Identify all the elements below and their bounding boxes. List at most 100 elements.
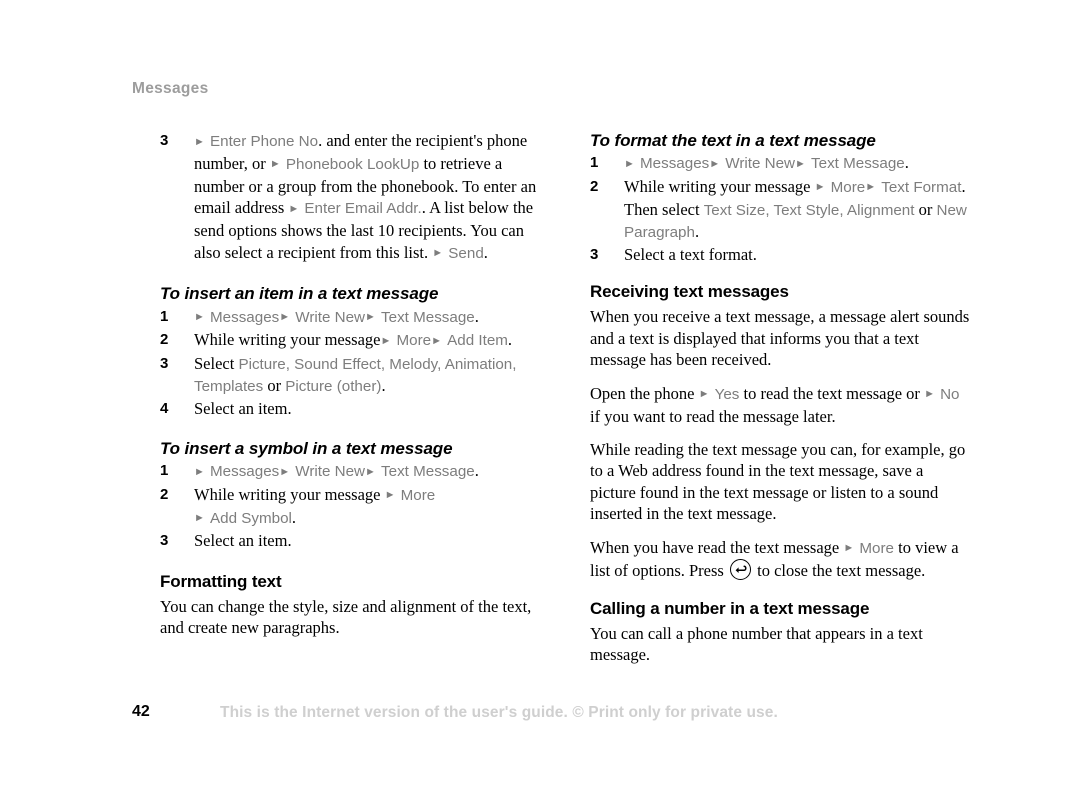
menu-arrow-icon: ► xyxy=(709,157,721,170)
continued-step-list: 3 ► Enter Phone No. and enter the recipi… xyxy=(160,130,540,264)
list-item: 1 ► Messages► Write New► Text Message. xyxy=(160,306,540,329)
heading-formatting-text: Formatting text xyxy=(160,571,282,591)
menu-arrow-icon: ► xyxy=(698,388,710,401)
footer-disclaimer: This is the Internet version of the user… xyxy=(220,704,778,721)
menu-arrow-icon: ► xyxy=(924,388,935,401)
ui-command-label: Text Message xyxy=(811,155,905,173)
ui-command-label: Phonebook LookUp xyxy=(285,155,420,173)
list-item: 4 Select an item. xyxy=(160,398,540,419)
page-footer: 42 This is the Internet version of the u… xyxy=(0,703,1080,733)
step-number: 1 xyxy=(590,154,599,172)
ui-command-label: Text Message xyxy=(381,463,475,481)
format-text-step-list: 1 ► Messages► Write New► Text Message. 2… xyxy=(590,152,970,265)
menu-arrow-icon: ► xyxy=(843,542,855,555)
step-text: ► Messages► Write New► Text Message. xyxy=(194,306,479,326)
list-item: 3 Select an item. xyxy=(160,530,540,551)
step-number: 2 xyxy=(160,485,169,503)
insert-symbol-step-list: 1 ► Messages► Write New► Text Message. 2… xyxy=(160,460,540,551)
list-item: 1 ► Messages► Write New► Text Message. xyxy=(590,152,970,175)
menu-arrow-icon: ► xyxy=(288,202,300,215)
step-number: 1 xyxy=(160,462,169,480)
menu-arrow-icon: ► xyxy=(380,334,392,347)
ui-command-label: More xyxy=(396,332,432,350)
ui-command-label: Send xyxy=(448,244,484,262)
menu-arrow-icon: ► xyxy=(624,157,635,170)
ui-command-label: Text Size, Text Style, Alignment xyxy=(703,201,915,219)
menu-arrow-icon: ► xyxy=(431,334,443,347)
step-text: While writing your message ► More► Text … xyxy=(624,176,967,241)
heading-receiving-text-messages: Receiving text messages xyxy=(590,282,789,302)
insert-item-step-list: 1 ► Messages► Write New► Text Message. 2… xyxy=(160,306,540,420)
menu-arrow-icon: ► xyxy=(194,135,205,148)
ui-command-label: More xyxy=(830,178,866,196)
paragraph-formatting-text: You can change the style, size and align… xyxy=(160,596,532,638)
heading-calling-number: Calling a number in a text message xyxy=(590,598,870,618)
right-column: To format the text in a text message 1 ►… xyxy=(590,130,970,666)
list-item: 1 ► Messages► Write New► Text Message. xyxy=(160,460,540,483)
ui-command-label: No xyxy=(940,385,960,403)
list-item: 2 While writing your message► More► Add … xyxy=(160,329,540,352)
paragraph-calling: You can call a phone number that appears… xyxy=(590,623,923,665)
menu-arrow-icon: ► xyxy=(194,512,205,525)
ui-command-label: Text Message xyxy=(381,308,475,326)
step-number: 3 xyxy=(160,354,169,372)
ui-command-label: Write New xyxy=(725,155,796,173)
heading-format-text: To format the text in a text message xyxy=(590,131,876,150)
menu-arrow-icon: ► xyxy=(795,157,806,170)
ui-command-label: Text Format xyxy=(881,178,962,196)
menu-arrow-icon: ► xyxy=(279,311,291,324)
step-text: Select a text format. xyxy=(624,244,757,264)
ui-command-label: Picture (other) xyxy=(285,377,382,395)
back-key-icon xyxy=(729,559,751,581)
heading-insert-item: To insert an item in a text message xyxy=(160,284,439,304)
ui-command-label: Enter Email Addr. xyxy=(304,200,422,218)
menu-arrow-icon: ► xyxy=(865,181,877,194)
ui-command-label: Yes xyxy=(714,385,740,403)
paragraph-receiving-3: While reading the text message you can, … xyxy=(590,439,966,524)
running-head: Messages xyxy=(132,80,209,97)
step-text: While writing your message► More► Add It… xyxy=(194,330,513,350)
menu-arrow-icon: ► xyxy=(365,465,376,478)
menu-arrow-icon: ► xyxy=(194,311,205,324)
ui-command-label: Messages xyxy=(210,463,280,481)
ui-command-label: Write New xyxy=(295,463,366,481)
ui-command-label: More xyxy=(859,539,894,557)
ui-command-label: Enter Phone No xyxy=(210,133,319,150)
step-text: ► Enter Phone No. and enter the recipien… xyxy=(194,131,537,262)
step-text: Select Picture, Sound Effect, Melody, An… xyxy=(194,353,517,395)
list-item: 2 While writing your message ► More► Tex… xyxy=(590,176,970,244)
menu-arrow-icon: ► xyxy=(384,489,396,502)
list-item: 3 Select Picture, Sound Effect, Melody, … xyxy=(160,353,540,398)
step-text: Select an item. xyxy=(194,531,292,551)
step-number: 3 xyxy=(160,132,169,149)
ui-command-label: More xyxy=(400,486,436,504)
ui-command-label: Add Symbol xyxy=(210,509,292,527)
menu-arrow-icon: ► xyxy=(814,181,826,194)
step-text: ► Messages► Write New► Text Message. xyxy=(194,461,479,481)
ui-command-label: Add Item xyxy=(447,332,508,350)
list-item: 2 While writing your message ► More ► Add… xyxy=(160,484,540,530)
heading-insert-symbol: To insert a symbol in a text message xyxy=(160,439,453,459)
left-column: 3 ► Enter Phone No. and enter the recipi… xyxy=(160,130,540,639)
step-number: 3 xyxy=(160,532,169,550)
step-text: Select an item. xyxy=(194,398,292,418)
manual-page: Messages 3 ► Enter Phone No. and enter t… xyxy=(0,0,1080,803)
ui-command-label: Messages xyxy=(210,308,280,326)
menu-arrow-icon: ► xyxy=(194,465,205,478)
menu-arrow-icon: ► xyxy=(365,311,376,324)
paragraph-receiving-2: Open the phone ► Yes to read the text me… xyxy=(590,383,960,426)
ui-command-label: Write New xyxy=(295,308,366,326)
menu-arrow-icon: ► xyxy=(279,465,291,478)
step-number: 3 xyxy=(590,245,599,263)
step-number: 2 xyxy=(590,177,599,195)
menu-arrow-icon: ► xyxy=(432,247,444,260)
list-item: 3 ► Enter Phone No. and enter the recipi… xyxy=(160,130,540,264)
paragraph-receiving-1: When you receive a text message, a messa… xyxy=(590,307,970,370)
step-text: While writing your message ► More ► Add S… xyxy=(194,484,436,527)
step-number: 4 xyxy=(160,399,169,417)
menu-arrow-icon: ► xyxy=(269,158,281,171)
step-number: 1 xyxy=(160,307,169,325)
step-number: 2 xyxy=(160,331,169,349)
ui-command-label: Messages xyxy=(640,155,710,173)
step-text: ► Messages► Write New► Text Message. xyxy=(624,153,909,173)
